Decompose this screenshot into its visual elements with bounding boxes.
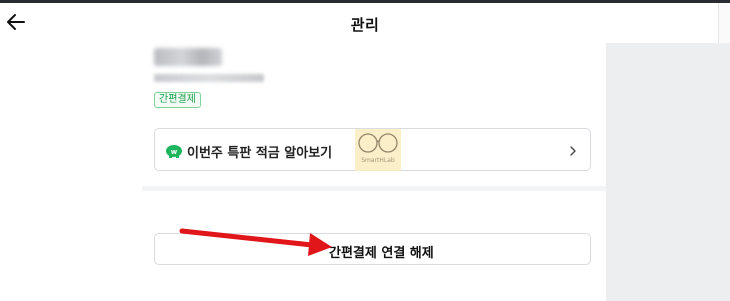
header-right-edge [718,3,730,43]
account-card: 간편결제 w 이번주 특판 적금 알아보기 SmartHLab [142,43,606,186]
promo-savings-button[interactable]: w 이번주 특판 적금 알아보기 SmartHLab [154,128,591,171]
svg-text:w: w [171,148,178,156]
account-number-redacted [154,74,264,82]
left-margin [0,43,142,301]
chevron-right-icon [570,146,576,156]
page-title: 관리 [350,16,380,34]
annotation-arrow [179,228,332,256]
right-margin [606,43,730,301]
watermark-text: SmartHLab [361,157,395,164]
piggy-bank-icon: w [166,145,182,158]
unlink-label: 간편결제 연결 해제 [329,246,434,261]
glasses-icon [358,133,398,153]
account-name-redacted [154,48,222,66]
watermark-logo: SmartHLab [355,129,401,171]
easy-pay-badge: 간편결제 [154,92,201,108]
header-bar: 관리 [0,3,730,43]
promo-label: 이번주 특판 적금 알아보기 [187,146,333,161]
